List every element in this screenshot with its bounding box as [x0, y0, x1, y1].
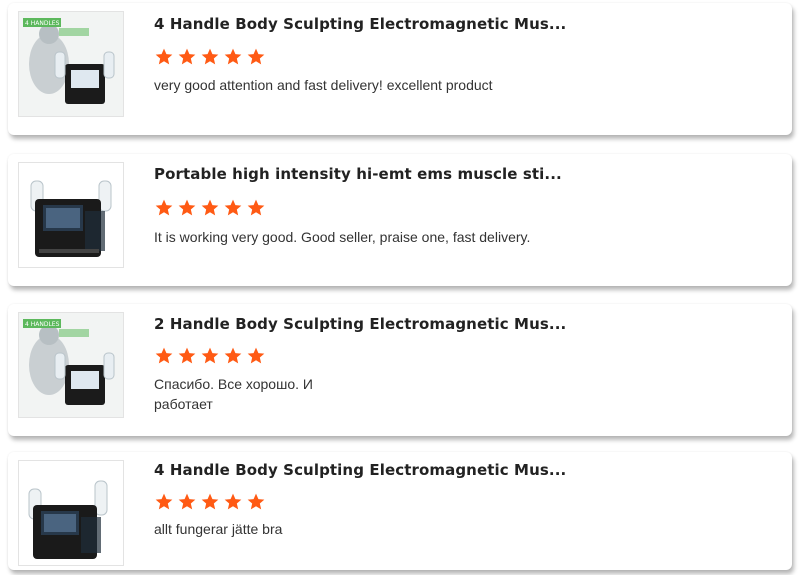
- product-thumbnail[interactable]: [18, 460, 124, 566]
- star-icon: [155, 347, 173, 364]
- star-rating: [154, 47, 266, 67]
- product-thumbnail[interactable]: [18, 162, 124, 268]
- product-title[interactable]: 2 Handle Body Sculpting Electromagnetic …: [154, 315, 566, 333]
- star-icon: [224, 48, 242, 65]
- star-icon: [201, 493, 219, 510]
- star-icon: [247, 199, 265, 216]
- product-thumbnail[interactable]: 4 HANDLES: [18, 11, 124, 117]
- star-icon: [155, 493, 173, 510]
- review-card[interactable]: 4 Handle Body Sculpting Electromagnetic …: [8, 452, 792, 570]
- machine-icon: [19, 461, 123, 565]
- review-text: It is working very good. Good seller, pr…: [154, 229, 531, 245]
- star-icon: [178, 347, 196, 364]
- star-icon: [201, 199, 219, 216]
- review-card[interactable]: 4 HANDLES 4 Handle Body Sculpting Electr…: [8, 3, 792, 135]
- star-icon: [201, 48, 219, 65]
- star-icon: [224, 347, 242, 364]
- star-icon: [247, 347, 265, 364]
- star-icon: [178, 48, 196, 65]
- machine-with-model-icon: 4 HANDLES: [19, 313, 123, 417]
- review-card[interactable]: 4 HANDLES 2 Handle Body Sculpting Electr…: [8, 304, 792, 436]
- star-icon: [178, 199, 196, 216]
- review-card[interactable]: Portable high intensity hi-emt ems muscl…: [8, 154, 792, 286]
- star-icon: [247, 493, 265, 510]
- star-icon: [178, 493, 196, 510]
- product-thumbnail[interactable]: 4 HANDLES: [18, 312, 124, 418]
- review-text: allt fungerar jätte bra: [154, 521, 283, 537]
- star-icon: [247, 48, 265, 65]
- product-title[interactable]: 4 Handle Body Sculpting Electromagnetic …: [154, 15, 566, 33]
- star-rating: [154, 198, 266, 218]
- star-rating: [154, 492, 266, 512]
- review-text: very good attention and fast delivery! e…: [154, 77, 493, 93]
- star-icon: [201, 347, 219, 364]
- machine-with-model-icon: 4 HANDLES: [19, 12, 123, 116]
- product-title[interactable]: Portable high intensity hi-emt ems muscl…: [154, 165, 562, 183]
- badge-text: 4 HANDLES: [25, 321, 60, 328]
- star-rating: [154, 346, 266, 366]
- star-icon: [224, 493, 242, 510]
- product-title[interactable]: 4 Handle Body Sculpting Electromagnetic …: [154, 461, 566, 479]
- star-icon: [155, 199, 173, 216]
- review-text: Спасибо. Все хорошо. И работает: [154, 376, 313, 412]
- star-icon: [155, 48, 173, 65]
- machine-icon: [19, 163, 123, 267]
- badge-text: 4 HANDLES: [25, 20, 60, 27]
- star-icon: [224, 199, 242, 216]
